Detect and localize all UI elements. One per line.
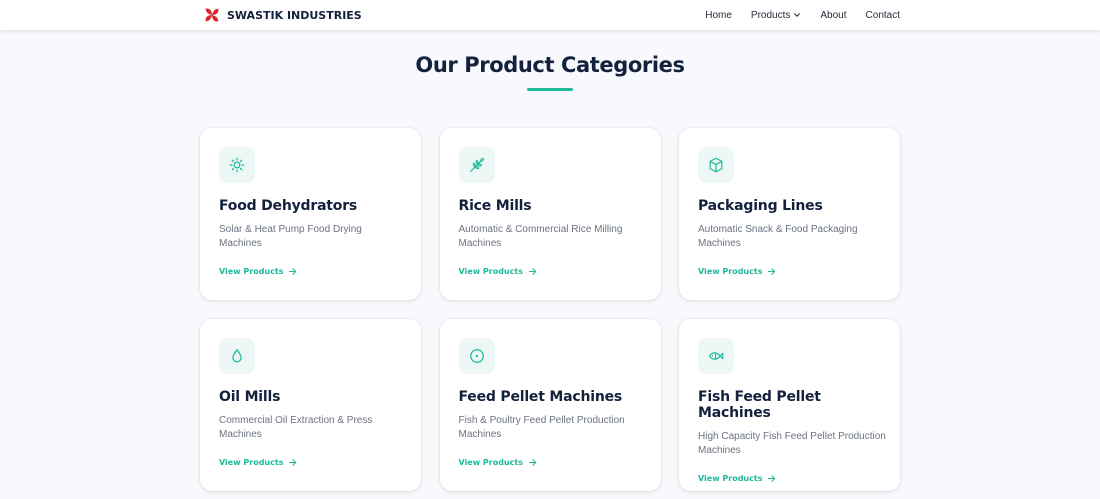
view-products-label: View Products (698, 267, 763, 276)
view-products-link[interactable]: View Products (459, 267, 537, 276)
red-pinwheel-icon (205, 8, 219, 22)
icon-badge (219, 147, 255, 183)
view-products-label: View Products (698, 474, 763, 483)
category-card-rice-mills: Rice Mills Automatic & Commercial Rice M… (439, 128, 661, 300)
brand-name: SWASTIK INDUSTRIES (227, 8, 362, 22)
droplet-icon (232, 349, 242, 363)
nav-products-label: Products (750, 9, 791, 21)
wheat-icon (469, 158, 484, 172)
icon-badge (698, 338, 734, 374)
title-underline (527, 88, 573, 91)
fish-icon (709, 352, 724, 360)
section-title: Our Product Categories (415, 53, 685, 77)
view-products-label: View Products (458, 458, 523, 467)
view-products-link[interactable]: View Products (459, 458, 537, 467)
icon-badge (219, 338, 255, 374)
category-grid: Food Dehydrators Solar & Heat Pump Food … (200, 128, 900, 491)
view-products-label: View Products (219, 267, 284, 276)
arrow-right-icon (528, 459, 537, 466)
view-products-link[interactable]: View Products (219, 458, 297, 467)
card-title: Fish Feed Pellet Machines (698, 389, 821, 421)
card-title: Oil Mills (219, 389, 281, 405)
card-title: Rice Mills (458, 198, 532, 214)
top-navbar: SWASTIK INDUSTRIES Home Products About C… (0, 0, 1100, 30)
category-card-feed-pellet-machines: Feed Pellet Machines Fish & Poultry Feed… (439, 319, 661, 491)
category-card-oil-mills: Oil Mills Commercial Oil Extraction & Pr… (200, 319, 421, 491)
nav-home-link[interactable]: Home (705, 10, 732, 21)
nav-contact-link[interactable]: Contact (866, 10, 900, 21)
arrow-right-icon (768, 475, 776, 482)
card-title: Packaging Lines (698, 198, 823, 214)
view-products-label: View Products (219, 458, 284, 467)
view-products-label: View Products (458, 267, 523, 276)
category-card-food-dehydrators: Food Dehydrators Solar & Heat Pump Food … (200, 128, 421, 300)
nav-about-link[interactable]: About (820, 10, 846, 21)
package-icon (709, 157, 723, 173)
icon-badge (458, 147, 495, 183)
arrow-right-icon (528, 268, 537, 275)
icon-badge (698, 147, 734, 183)
sun-icon (229, 157, 245, 173)
chevron-down-icon (794, 13, 801, 17)
arrow-right-icon (289, 268, 297, 275)
card-title: Food Dehydrators (219, 198, 358, 214)
nav-products-dropdown[interactable]: Products (751, 10, 801, 21)
target-icon (469, 349, 484, 363)
card-description: Automatic Snack & Food Packaging Machine… (698, 224, 858, 249)
card-description: Solar & Heat Pump Food Drying Machines (219, 224, 362, 249)
card-title: Feed Pellet Machines (458, 389, 623, 405)
arrow-right-icon (289, 459, 297, 466)
card-description: High Capacity Fish Feed Pellet Productio… (698, 431, 886, 456)
arrow-right-icon (768, 268, 776, 275)
card-description: Fish & Poultry Feed Pellet Production Ma… (458, 415, 625, 440)
category-card-packaging-lines: Packaging Lines Automatic Snack & Food P… (679, 128, 900, 300)
main-nav: Home Products About Contact (705, 10, 900, 21)
view-products-link[interactable]: View Products (698, 474, 776, 483)
brand-home-link[interactable]: SWASTIK INDUSTRIES (203, 6, 362, 24)
card-description: Automatic & Commercial Rice Milling Mach… (458, 224, 623, 249)
category-card-fish-feed-pellet-machines: Fish Feed Pellet Machines High Capacity … (679, 319, 900, 491)
view-products-link[interactable]: View Products (698, 267, 776, 276)
card-description: Commercial Oil Extraction & Press Machin… (219, 415, 373, 440)
view-products-link[interactable]: View Products (219, 267, 297, 276)
icon-badge (458, 338, 495, 374)
